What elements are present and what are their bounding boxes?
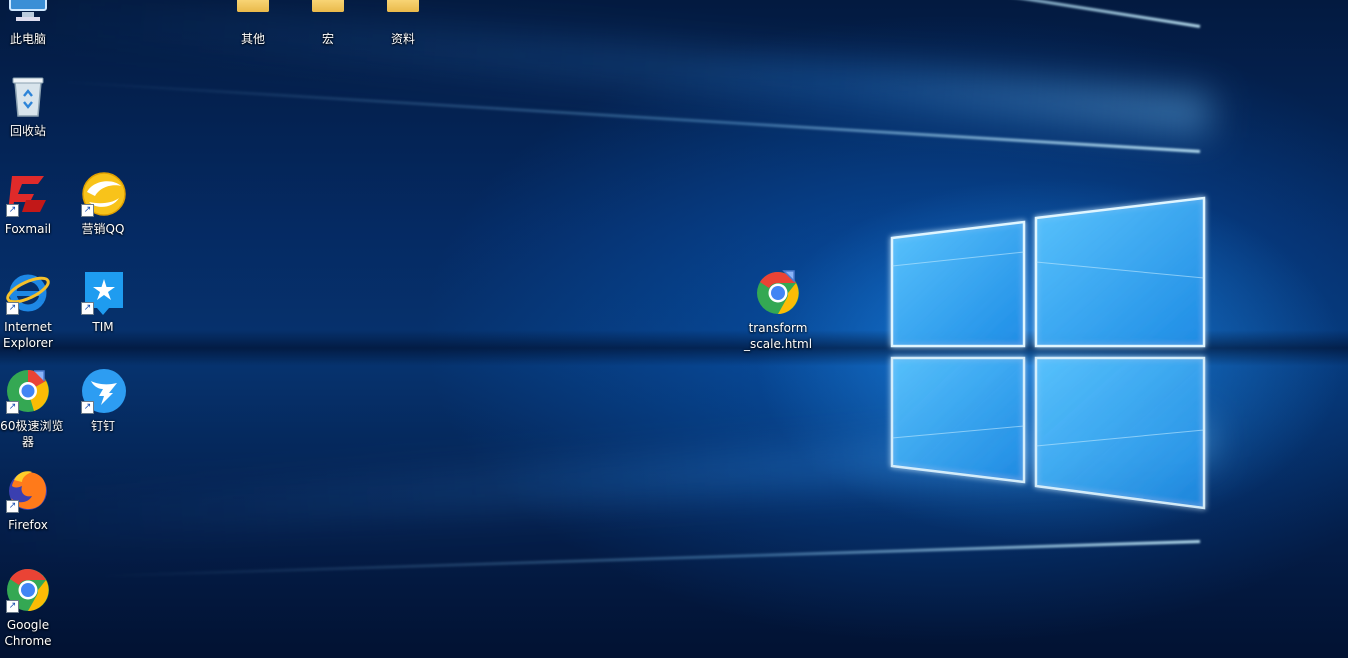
chrome-html-file-icon bbox=[754, 269, 802, 317]
desktop-folder-materials[interactable]: 资料 bbox=[366, 0, 440, 47]
desktop-file-transform-scale-html[interactable]: transform _scale.html bbox=[740, 269, 816, 352]
marketing-qq-icon: ↗ bbox=[79, 170, 127, 218]
shortcut-arrow-icon: ↗ bbox=[81, 204, 94, 217]
logo-pane-bottom-left bbox=[890, 356, 1026, 484]
desktop-icon-label: 此电脑 bbox=[9, 32, 46, 46]
desktop-icon-label: 钉钉 bbox=[90, 419, 115, 433]
desktop[interactable]: 此电脑 回收站 ↗ Foxmail ↗ Internet Explorer ↗ … bbox=[0, 0, 1348, 658]
desktop-icon-label: Foxmail bbox=[4, 222, 52, 236]
shortcut-arrow-icon: ↗ bbox=[6, 302, 19, 315]
internet-explorer-icon: ↗ bbox=[4, 268, 52, 316]
desktop-icon-label: Internet Explorer bbox=[3, 320, 53, 350]
desktop-icon-label: 回收站 bbox=[9, 124, 46, 138]
shortcut-arrow-icon: ↗ bbox=[6, 500, 19, 513]
recycle-bin-icon bbox=[4, 72, 52, 120]
folder-icon bbox=[229, 0, 277, 28]
shortcut-arrow-icon: ↗ bbox=[6, 401, 19, 414]
logo-pane-top-left bbox=[890, 220, 1026, 348]
desktop-icon-google-chrome[interactable]: ↗ Google Chrome bbox=[0, 566, 65, 649]
desktop-icon-internet-explorer[interactable]: ↗ Internet Explorer bbox=[0, 268, 65, 351]
shortcut-arrow-icon: ↗ bbox=[6, 600, 19, 613]
desktop-icon-label: 360极速浏览器 bbox=[0, 419, 64, 449]
desktop-icon-label: Firefox bbox=[8, 518, 48, 532]
desktop-folder-other[interactable]: 其他 bbox=[216, 0, 290, 47]
shortcut-arrow-icon: ↗ bbox=[6, 204, 19, 217]
folder-icon bbox=[379, 0, 427, 28]
chrome-icon: ↗ bbox=[4, 566, 52, 614]
desktop-icon-this-pc[interactable]: 此电脑 bbox=[0, 0, 65, 47]
logo-pane-bottom-right bbox=[1034, 356, 1206, 510]
desktop-icon-label: 宏 bbox=[321, 32, 334, 46]
desktop-folder-macro[interactable]: 宏 bbox=[291, 0, 365, 47]
desktop-icon-label: 营销QQ bbox=[81, 222, 125, 236]
desktop-icon-dingtalk[interactable]: ↗ 钉钉 bbox=[66, 367, 140, 434]
computer-icon bbox=[4, 0, 52, 28]
dingtalk-icon: ↗ bbox=[79, 367, 127, 415]
desktop-icon-tim[interactable]: ↗ TIM bbox=[66, 268, 140, 335]
folder-icon bbox=[304, 0, 352, 28]
desktop-icon-marketing-qq[interactable]: ↗ 营销QQ bbox=[66, 170, 140, 237]
desktop-icon-label: TIM bbox=[92, 320, 114, 334]
desktop-icon-recycle-bin[interactable]: 回收站 bbox=[0, 72, 65, 139]
desktop-icon-label: 其他 bbox=[240, 32, 265, 46]
desktop-icon-label: Google Chrome bbox=[4, 618, 52, 648]
firefox-icon: ↗ bbox=[4, 466, 52, 514]
desktop-icon-label: transform _scale.html bbox=[743, 321, 813, 351]
tim-icon: ↗ bbox=[79, 268, 127, 316]
foxmail-icon: ↗ bbox=[4, 170, 52, 218]
desktop-icon-label: 资料 bbox=[390, 32, 415, 46]
360-browser-icon: ↗ bbox=[4, 367, 52, 415]
desktop-icon-firefox[interactable]: ↗ Firefox bbox=[0, 466, 65, 533]
desktop-icon-foxmail[interactable]: ↗ Foxmail bbox=[0, 170, 65, 237]
desktop-icon-360-browser[interactable]: ↗ 360极速浏览器 bbox=[0, 367, 65, 450]
shortcut-arrow-icon: ↗ bbox=[81, 302, 94, 315]
logo-pane-top-right bbox=[1034, 196, 1206, 348]
windows-logo bbox=[890, 196, 1206, 510]
shortcut-arrow-icon: ↗ bbox=[81, 401, 94, 414]
